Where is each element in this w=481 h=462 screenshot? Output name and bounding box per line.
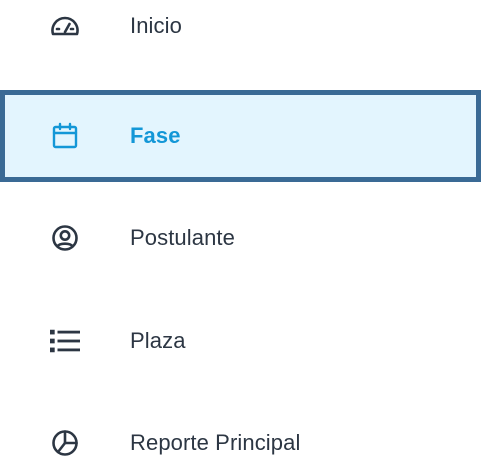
sidebar-item-label: Inicio xyxy=(130,13,182,38)
sidebar-item-label: Reporte Principal xyxy=(130,430,301,455)
calendar-icon xyxy=(50,121,80,151)
sidebar-item-reporte-principal[interactable]: Reporte Principal xyxy=(0,403,481,462)
sidebar-item-label: Postulante xyxy=(130,225,235,250)
sidebar-item-label: Plaza xyxy=(130,328,186,353)
sidebar-item-inicio[interactable]: Inicio xyxy=(0,0,481,66)
user-circle-icon xyxy=(50,223,80,253)
sidebar-item-label: Fase xyxy=(130,123,181,148)
list-icon xyxy=(50,326,80,356)
dashboard-gauge-icon xyxy=(50,11,80,41)
sidebar-item-fase[interactable]: Fase xyxy=(0,90,481,182)
pie-chart-icon xyxy=(50,428,80,458)
sidebar-nav: Inicio Fase Postulante Plaza Reporte Pri… xyxy=(0,0,481,462)
sidebar-item-postulante[interactable]: Postulante xyxy=(0,198,481,278)
sidebar-item-plaza[interactable]: Plaza xyxy=(0,301,481,381)
